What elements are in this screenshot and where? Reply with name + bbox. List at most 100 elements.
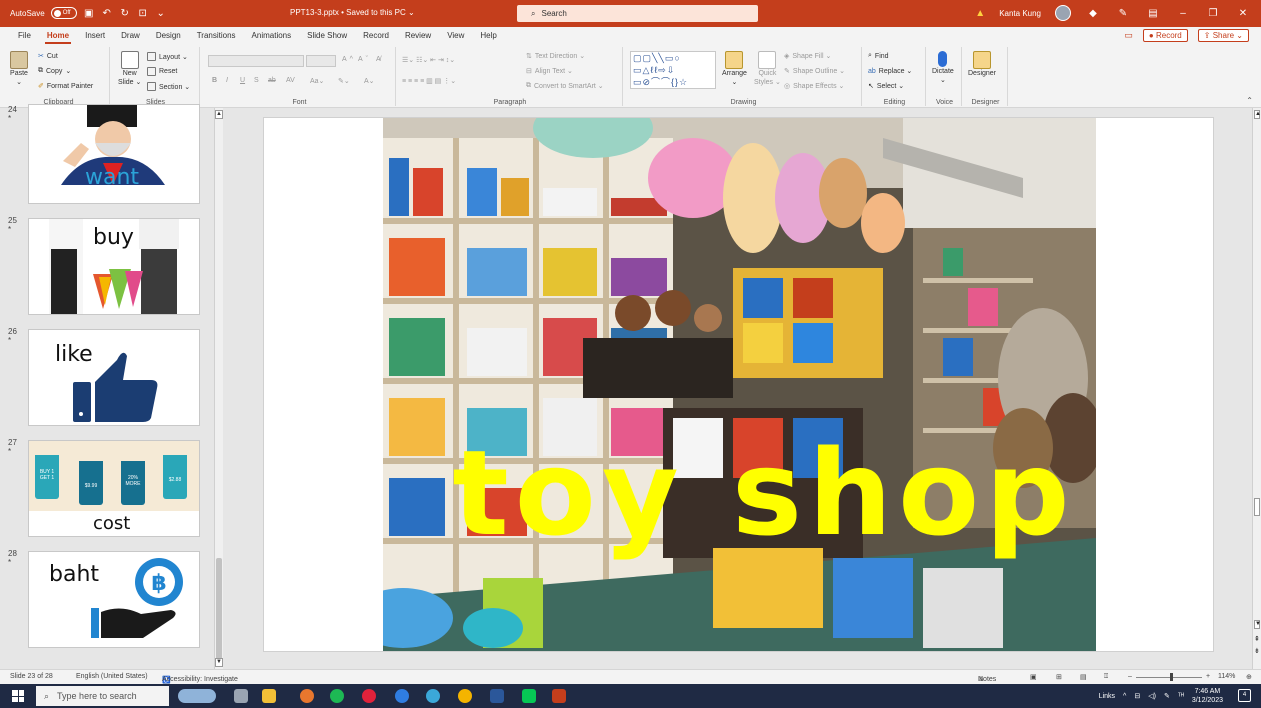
weather-widget-icon[interactable]: [178, 689, 216, 703]
warning-icon[interactable]: ▲: [975, 8, 985, 19]
edge-icon[interactable]: [395, 689, 409, 703]
reset-button[interactable]: Reset: [147, 67, 177, 76]
scroll-up-icon[interactable]: ▲: [1254, 110, 1261, 119]
select-button[interactable]: ↖ Select ⌄: [868, 82, 904, 90]
tab-file[interactable]: File: [10, 27, 39, 45]
reading-view-icon[interactable]: ▤: [1080, 673, 1087, 681]
quick-styles-button[interactable]: Quick Styles ⌄: [754, 51, 781, 86]
notification-center-icon[interactable]: 4: [1238, 689, 1251, 702]
slide-title[interactable]: toy shop: [424, 423, 1104, 563]
share-button[interactable]: ⇪ Share ⌄: [1197, 29, 1249, 42]
scroll-down-icon[interactable]: ▼: [215, 658, 223, 667]
tab-draw[interactable]: Draw: [113, 27, 148, 45]
shape-effects-button[interactable]: ◎ Shape Effects ⌄: [784, 82, 844, 90]
strikethrough-button[interactable]: ab: [268, 77, 276, 84]
autosave-toggle[interactable]: Off: [50, 7, 77, 19]
cut-button[interactable]: ✂ Cut: [38, 52, 58, 61]
save-icon[interactable]: ▣: [83, 7, 95, 19]
tab-home[interactable]: Home: [39, 27, 77, 45]
paste-button[interactable]: Paste ⌄: [10, 51, 28, 86]
ribbon-display-icon[interactable]: ▤: [1145, 8, 1161, 19]
normal-view-icon[interactable]: ▣: [1030, 673, 1037, 681]
input-method-icon[interactable]: ᵀᴴ: [1178, 693, 1184, 700]
clock[interactable]: 7:46 AM 3/12/2023: [1192, 687, 1223, 705]
previous-slide-icon[interactable]: ⇞: [1254, 636, 1260, 643]
char-spacing-button[interactable]: AV: [286, 77, 295, 84]
tab-insert[interactable]: Insert: [77, 27, 113, 45]
opera-icon[interactable]: [362, 689, 376, 703]
powerpoint-icon[interactable]: [552, 689, 566, 703]
task-view-icon[interactable]: [234, 689, 248, 703]
customize-toolbar-icon[interactable]: ⌄: [155, 7, 167, 19]
edge-dev-icon[interactable]: [426, 689, 440, 703]
scroll-thumb[interactable]: [1254, 498, 1260, 516]
zoom-slider[interactable]: [1136, 677, 1202, 678]
comments-icon[interactable]: ▭: [1124, 30, 1133, 41]
scroll-down-icon[interactable]: ▼: [1254, 620, 1261, 629]
windows-start-icon[interactable]: [12, 690, 24, 702]
thumbnail-slide-25[interactable]: buy: [28, 218, 200, 315]
tab-animations[interactable]: Animations: [244, 27, 300, 45]
zoom-slider-thumb[interactable]: [1170, 673, 1173, 681]
language-indicator[interactable]: English (United States): [76, 673, 148, 680]
thumbnail-scrollbar[interactable]: ▲ ▼: [214, 108, 223, 669]
tab-design[interactable]: Design: [148, 27, 189, 45]
slide-scrollbar[interactable]: ▲ ▼ ⇞ ⇟: [1252, 108, 1261, 669]
format-painter-button[interactable]: ✐ Format Painter: [38, 82, 93, 91]
thumbnail-slide-26[interactable]: like: [28, 329, 200, 426]
word-icon[interactable]: [490, 689, 504, 703]
tab-view[interactable]: View: [439, 27, 472, 45]
next-slide-icon[interactable]: ⇟: [1254, 648, 1260, 655]
restore-icon[interactable]: ❐: [1205, 8, 1221, 19]
text-direction-button[interactable]: ⇅ Text Direction ⌄: [526, 52, 585, 60]
search-box[interactable]: ⌕ Search: [517, 5, 758, 22]
thumbnail-slide-24[interactable]: want: [28, 104, 200, 204]
alignment-icons[interactable]: ≡ ≡ ≡ ≡ ▥ ▤ ⋮⌄: [402, 77, 456, 85]
shapes-gallery[interactable]: ▢▢╲╲▭○ ▭△ℓℓ⇨⇩ ▭⊘⌒⌒{}☆: [630, 51, 716, 89]
arrange-button[interactable]: Arrange ⌄: [722, 51, 747, 86]
chrome-icon[interactable]: [458, 689, 472, 703]
links-toolbar[interactable]: Links: [1099, 693, 1115, 700]
tab-review[interactable]: Review: [397, 27, 439, 45]
avatar[interactable]: [1055, 5, 1071, 21]
align-text-button[interactable]: ⊟ Align Text ⌄: [526, 67, 573, 75]
zoom-out-icon[interactable]: –: [1128, 673, 1132, 680]
line-icon[interactable]: [522, 689, 536, 703]
replace-button[interactable]: ab Replace ⌄: [868, 67, 912, 76]
slide-sorter-icon[interactable]: ⊞: [1056, 673, 1062, 681]
current-slide[interactable]: toy shop: [263, 117, 1214, 652]
italic-button[interactable]: I: [226, 77, 228, 84]
redo-icon[interactable]: ↻: [119, 7, 131, 19]
present-icon[interactable]: ⊡: [137, 7, 149, 19]
grow-font-button[interactable]: A ^: [342, 56, 353, 63]
zoom-level[interactable]: 114%: [1218, 673, 1235, 680]
thumbnail-slide-27[interactable]: BUY 1 GET 1 $9.99 20% MORE $2.88 cost: [28, 440, 200, 537]
shrink-font-button[interactable]: Aˇ: [358, 56, 368, 63]
font-size-field[interactable]: [306, 55, 336, 67]
smartart-button[interactable]: ⧉ Convert to SmartArt ⌄: [526, 82, 604, 90]
volume-icon[interactable]: ◁): [1148, 692, 1156, 700]
fit-to-window-icon[interactable]: ⊕: [1246, 673, 1252, 681]
scroll-thumb[interactable]: [216, 558, 222, 662]
file-explorer-icon[interactable]: [262, 689, 276, 703]
minimize-icon[interactable]: –: [1175, 8, 1191, 19]
chevron-up-icon[interactable]: ^: [1123, 693, 1126, 700]
highlight-icon[interactable]: ✎⌄: [338, 77, 350, 85]
diamond-icon[interactable]: ◆: [1085, 8, 1101, 19]
tab-help[interactable]: Help: [472, 27, 504, 45]
shadow-button[interactable]: S: [254, 77, 259, 84]
underline-button[interactable]: U: [240, 77, 245, 84]
pen-icon[interactable]: ✎: [1164, 692, 1170, 700]
tab-transitions[interactable]: Transitions: [189, 27, 244, 45]
bullets-icon[interactable]: ☰⌄ ☷⌄ ⇤ ⇥ ↕⌄: [402, 56, 455, 64]
font-color-icon[interactable]: A⌄: [364, 77, 375, 85]
network-icon[interactable]: ⊟: [1134, 692, 1140, 700]
undo-icon[interactable]: ↶: [101, 7, 113, 19]
tab-slide-show[interactable]: Slide Show: [299, 27, 355, 45]
taskbar-search[interactable]: ⌕ Type here to search: [36, 686, 169, 706]
layout-button[interactable]: Layout ⌄: [147, 52, 188, 61]
section-button[interactable]: Section ⌄: [147, 82, 190, 91]
clear-format-icon[interactable]: A̸: [376, 56, 381, 63]
close-icon[interactable]: ✕: [1235, 8, 1251, 19]
find-button[interactable]: ⌕ Find: [868, 52, 889, 60]
